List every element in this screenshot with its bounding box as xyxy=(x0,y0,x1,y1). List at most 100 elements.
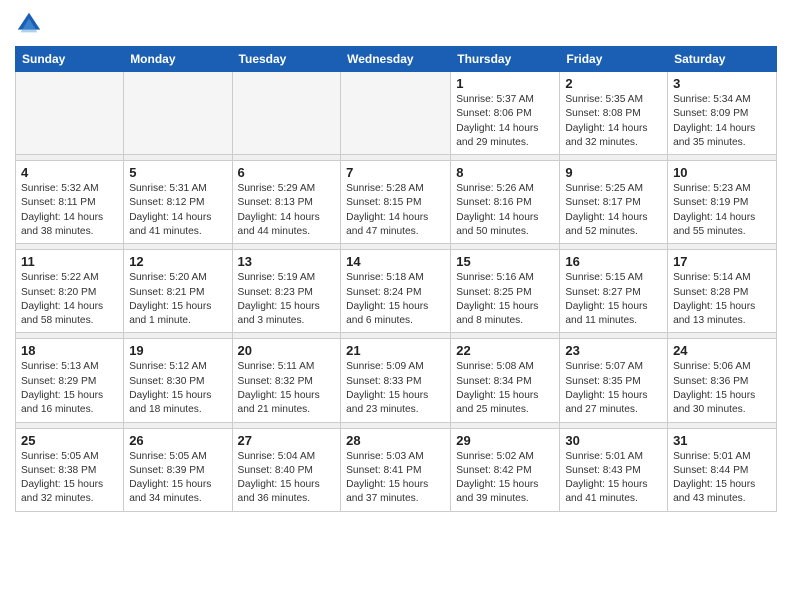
day-header-thursday: Thursday xyxy=(451,47,560,72)
day-number: 19 xyxy=(129,343,226,358)
day-number: 26 xyxy=(129,433,226,448)
day-header-sunday: Sunday xyxy=(16,47,124,72)
calendar-cell: 1 Sunrise: 5:37 AMSunset: 8:06 PMDaylight… xyxy=(451,72,560,155)
calendar-cell: 24 Sunrise: 5:06 AMSunset: 8:36 PMDayligh… xyxy=(668,339,777,422)
day-number: 28 xyxy=(346,433,445,448)
calendar-cell: 10 Sunrise: 5:23 AMSunset: 8:19 PMDayligh… xyxy=(668,161,777,244)
day-number: 27 xyxy=(238,433,336,448)
day-info: Sunrise: 5:01 AMSunset: 8:44 PMDaylight:… xyxy=(673,450,771,507)
day-number: 1 xyxy=(456,76,554,91)
day-info: Sunrise: 5:06 AMSunset: 8:36 PMDaylight:… xyxy=(673,360,771,417)
day-number: 21 xyxy=(346,343,445,358)
day-number: 15 xyxy=(456,254,554,269)
day-number: 4 xyxy=(21,165,118,180)
calendar-cell: 4 Sunrise: 5:32 AMSunset: 8:11 PMDaylight… xyxy=(16,161,124,244)
calendar-cell: 23 Sunrise: 5:07 AMSunset: 8:35 PMDayligh… xyxy=(560,339,668,422)
calendar-cell: 31 Sunrise: 5:01 AMSunset: 8:44 PMDayligh… xyxy=(668,428,777,511)
day-number: 7 xyxy=(346,165,445,180)
logo xyxy=(15,10,47,38)
day-number: 31 xyxy=(673,433,771,448)
day-info: Sunrise: 5:18 AMSunset: 8:24 PMDaylight:… xyxy=(346,271,445,328)
day-info: Sunrise: 5:03 AMSunset: 8:41 PMDaylight:… xyxy=(346,450,445,507)
calendar-cell: 27 Sunrise: 5:04 AMSunset: 8:40 PMDayligh… xyxy=(232,428,341,511)
day-info: Sunrise: 5:16 AMSunset: 8:25 PMDaylight:… xyxy=(456,271,554,328)
day-header-monday: Monday xyxy=(124,47,232,72)
day-info: Sunrise: 5:01 AMSunset: 8:43 PMDaylight:… xyxy=(565,450,662,507)
calendar-cell: 20 Sunrise: 5:11 AMSunset: 8:32 PMDayligh… xyxy=(232,339,341,422)
day-header-wednesday: Wednesday xyxy=(341,47,451,72)
day-number: 8 xyxy=(456,165,554,180)
day-number: 22 xyxy=(456,343,554,358)
calendar-cell: 11Sunrise: 5:22 AMSunset: 8:20 PMDayligh… xyxy=(16,250,124,333)
calendar-cell: 26 Sunrise: 5:05 AMSunset: 8:39 PMDayligh… xyxy=(124,428,232,511)
day-number: 5 xyxy=(129,165,226,180)
day-info: Sunrise: 5:12 AMSunset: 8:30 PMDaylight:… xyxy=(129,360,226,417)
day-info: Sunrise: 5:13 AMSunset: 8:29 PMDaylight:… xyxy=(21,360,118,417)
day-number: 16 xyxy=(565,254,662,269)
day-number: 10 xyxy=(673,165,771,180)
day-info: Sunrise: 5:05 AMSunset: 8:39 PMDaylight:… xyxy=(129,450,226,507)
day-number: 14 xyxy=(346,254,445,269)
day-info: Sunrise: 5:29 AMSunset: 8:13 PMDaylight:… xyxy=(238,182,336,239)
day-header-tuesday: Tuesday xyxy=(232,47,341,72)
day-info: Sunrise: 5:35 AMSunset: 8:08 PMDaylight:… xyxy=(565,93,662,150)
day-info: Sunrise: 5:19 AMSunset: 8:23 PMDaylight:… xyxy=(238,271,336,328)
day-number: 30 xyxy=(565,433,662,448)
day-number: 25 xyxy=(21,433,118,448)
calendar-cell: 8 Sunrise: 5:26 AMSunset: 8:16 PMDaylight… xyxy=(451,161,560,244)
calendar-cell: 28 Sunrise: 5:03 AMSunset: 8:41 PMDayligh… xyxy=(341,428,451,511)
calendar-cell xyxy=(232,72,341,155)
calendar-cell: 19 Sunrise: 5:12 AMSunset: 8:30 PMDayligh… xyxy=(124,339,232,422)
day-info: Sunrise: 5:32 AMSunset: 8:11 PMDaylight:… xyxy=(21,182,118,239)
day-info: Sunrise: 5:07 AMSunset: 8:35 PMDaylight:… xyxy=(565,360,662,417)
day-info: Sunrise: 5:22 AMSunset: 8:20 PMDaylight:… xyxy=(21,271,118,328)
day-header-saturday: Saturday xyxy=(668,47,777,72)
calendar-cell: 12 Sunrise: 5:20 AMSunset: 8:21 PMDayligh… xyxy=(124,250,232,333)
day-number: 12 xyxy=(129,254,226,269)
day-info: Sunrise: 5:15 AMSunset: 8:27 PMDaylight:… xyxy=(565,271,662,328)
calendar-cell: 9Sunrise: 5:25 AMSunset: 8:17 PMDaylight… xyxy=(560,161,668,244)
day-number: 3 xyxy=(673,76,771,91)
header xyxy=(15,10,777,38)
day-info: Sunrise: 5:11 AMSunset: 8:32 PMDaylight:… xyxy=(238,360,336,417)
logo-icon xyxy=(15,10,43,38)
day-info: Sunrise: 5:34 AMSunset: 8:09 PMDaylight:… xyxy=(673,93,771,150)
calendar-cell: 7Sunrise: 5:28 AMSunset: 8:15 PMDaylight… xyxy=(341,161,451,244)
day-number: 13 xyxy=(238,254,336,269)
day-number: 29 xyxy=(456,433,554,448)
calendar-cell: 15 Sunrise: 5:16 AMSunset: 8:25 PMDayligh… xyxy=(451,250,560,333)
calendar-cell: 2 Sunrise: 5:35 AMSunset: 8:08 PMDaylight… xyxy=(560,72,668,155)
calendar-cell: 18 Sunrise: 5:13 AMSunset: 8:29 PMDayligh… xyxy=(16,339,124,422)
day-number: 20 xyxy=(238,343,336,358)
calendar-cell: 17Sunrise: 5:14 AMSunset: 8:28 PMDayligh… xyxy=(668,250,777,333)
calendar-cell: 30 Sunrise: 5:01 AMSunset: 8:43 PMDayligh… xyxy=(560,428,668,511)
calendar-cell: 6 Sunrise: 5:29 AMSunset: 8:13 PMDaylight… xyxy=(232,161,341,244)
calendar-cell: 21 Sunrise: 5:09 AMSunset: 8:33 PMDayligh… xyxy=(341,339,451,422)
day-info: Sunrise: 5:23 AMSunset: 8:19 PMDaylight:… xyxy=(673,182,771,239)
day-info: Sunrise: 5:31 AMSunset: 8:12 PMDaylight:… xyxy=(129,182,226,239)
calendar-cell xyxy=(124,72,232,155)
day-number: 6 xyxy=(238,165,336,180)
day-number: 24 xyxy=(673,343,771,358)
calendar-cell: 5 Sunrise: 5:31 AMSunset: 8:12 PMDaylight… xyxy=(124,161,232,244)
calendar-cell: 3 Sunrise: 5:34 AMSunset: 8:09 PMDaylight… xyxy=(668,72,777,155)
day-info: Sunrise: 5:25 AMSunset: 8:17 PMDaylight:… xyxy=(565,182,662,239)
calendar-table: SundayMondayTuesdayWednesdayThursdayFrid… xyxy=(15,46,777,512)
calendar-cell xyxy=(16,72,124,155)
day-info: Sunrise: 5:04 AMSunset: 8:40 PMDaylight:… xyxy=(238,450,336,507)
calendar-cell: 13 Sunrise: 5:19 AMSunset: 8:23 PMDayligh… xyxy=(232,250,341,333)
day-info: Sunrise: 5:08 AMSunset: 8:34 PMDaylight:… xyxy=(456,360,554,417)
calendar-cell: 14 Sunrise: 5:18 AMSunset: 8:24 PMDayligh… xyxy=(341,250,451,333)
day-info: Sunrise: 5:09 AMSunset: 8:33 PMDaylight:… xyxy=(346,360,445,417)
day-info: Sunrise: 5:14 AMSunset: 8:28 PMDaylight:… xyxy=(673,271,771,328)
day-header-friday: Friday xyxy=(560,47,668,72)
day-info: Sunrise: 5:05 AMSunset: 8:38 PMDaylight:… xyxy=(21,450,118,507)
day-info: Sunrise: 5:26 AMSunset: 8:16 PMDaylight:… xyxy=(456,182,554,239)
day-number: 23 xyxy=(565,343,662,358)
day-info: Sunrise: 5:37 AMSunset: 8:06 PMDaylight:… xyxy=(456,93,554,150)
calendar-cell: 16 Sunrise: 5:15 AMSunset: 8:27 PMDayligh… xyxy=(560,250,668,333)
day-info: Sunrise: 5:02 AMSunset: 8:42 PMDaylight:… xyxy=(456,450,554,507)
day-number: 2 xyxy=(565,76,662,91)
day-info: Sunrise: 5:20 AMSunset: 8:21 PMDaylight:… xyxy=(129,271,226,328)
day-number: 18 xyxy=(21,343,118,358)
